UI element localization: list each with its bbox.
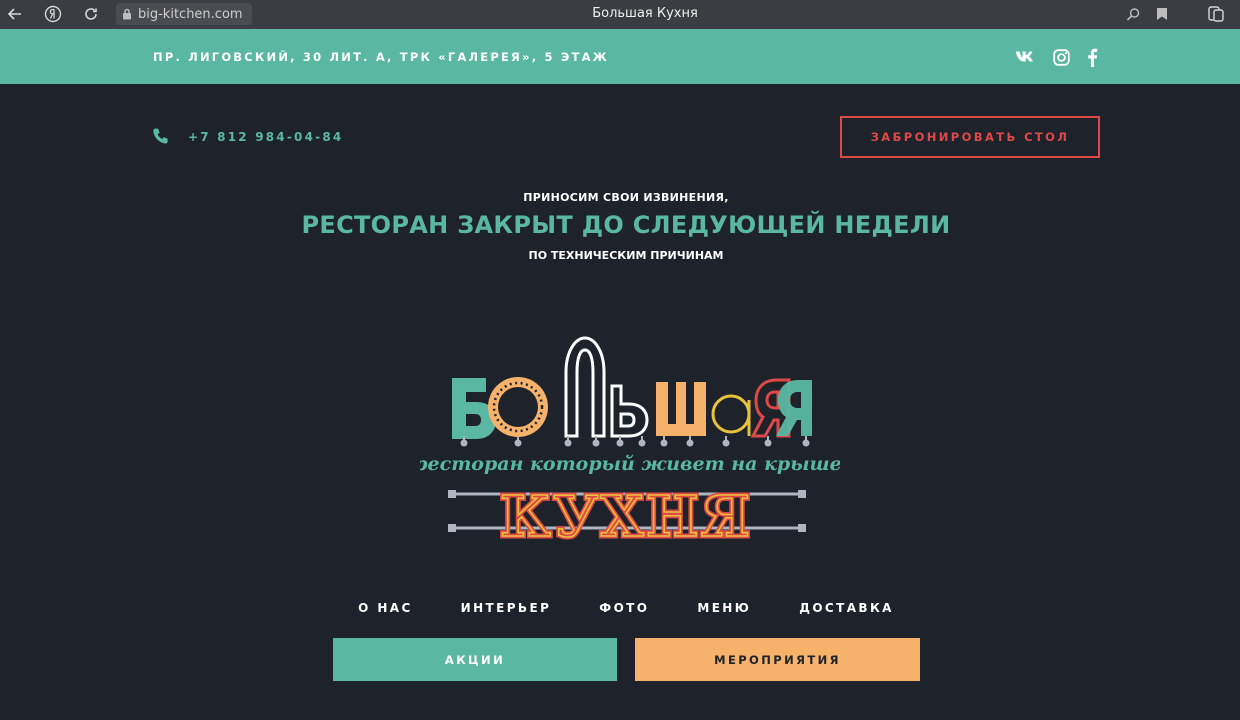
logo-tagline: ресторан который живет на крыше <box>420 453 840 475</box>
events-button[interactable]: МЕРОПРИЯТИЯ <box>635 638 920 681</box>
restaurant-logo[interactable]: ресторан который живет на крыше КУХНЯ КУ… <box>414 330 842 553</box>
nav-item-about[interactable]: О НАС <box>358 601 413 615</box>
vk-icon[interactable] <box>1015 46 1037 68</box>
bookmark-icon[interactable] <box>1153 5 1171 23</box>
promotions-button[interactable]: АКЦИИ <box>333 638 617 681</box>
logo-letter-4 <box>610 384 649 438</box>
logo-word-kitchen-glow: КУХНЯ <box>500 484 752 550</box>
nav-item-interior[interactable]: ИНТЕРЬЕР <box>461 601 552 615</box>
reserve-table-button[interactable]: ЗАБРОНИРОВАТЬ СТОЛ <box>840 116 1100 158</box>
reason-text: ПО ТЕХНИЧЕСКИМ ПРИЧИНАМ <box>528 249 724 262</box>
main-nav: О НАС ИНТЕРЬЕР ФОТО МЕНЮ ДОСТАВКА <box>0 601 1240 615</box>
apology-text: ПРИНОСИМ СВОИ ИЗВИНЕНИЯ, <box>523 191 729 204</box>
tab-title: Большая Кухня <box>592 6 698 21</box>
logo-letter-6 <box>711 394 751 436</box>
extensions-icon[interactable] <box>1207 5 1225 23</box>
logo-letter-3 <box>564 336 606 438</box>
instagram-icon[interactable] <box>1050 46 1072 68</box>
logo-letter-5 <box>656 382 706 436</box>
restaurant-address: ПР. ЛИГОВСКИЙ, 30 ЛИТ. А, ТРК «ГАЛЕРЕЯ»,… <box>153 50 609 64</box>
browser-toolbar: big-kitchen.com Большая Кухня <box>0 0 1240 29</box>
nav-item-delivery[interactable]: ДОСТАВКА <box>799 601 894 615</box>
nav-item-menu[interactable]: МЕНЮ <box>697 601 751 615</box>
logo-letter-2 <box>488 377 548 437</box>
logo-letter-8 <box>776 380 812 436</box>
closure-headline: РЕСТОРАН ЗАКРЫТ ДО СЛЕДУЮЩЕЙ НЕДЕЛИ <box>301 211 951 239</box>
search-icon[interactable] <box>1124 5 1142 23</box>
phone-number-link[interactable]: +7 812 984-04-84 <box>188 130 343 144</box>
phone-icon[interactable] <box>151 127 171 147</box>
facebook-icon[interactable] <box>1081 46 1103 68</box>
nav-item-photo[interactable]: ФОТО <box>599 601 649 615</box>
